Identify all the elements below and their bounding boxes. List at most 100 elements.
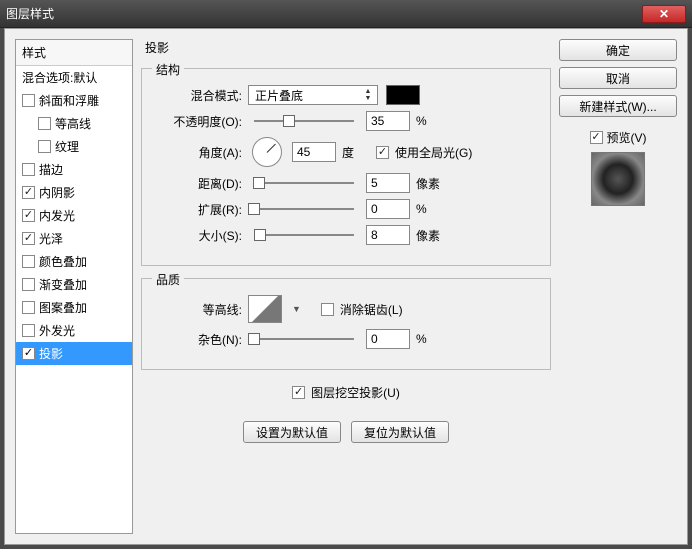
close-button[interactable]: ✕ [642,5,686,23]
client-area: 样式 混合选项:默认 斜面和浮雕 等高线 纹理 描边 内阴 [4,28,688,545]
slider-thumb[interactable] [254,229,266,241]
checkbox[interactable] [38,117,51,130]
title-bar: 图层样式 ✕ [0,0,692,28]
window-title: 图层样式 [6,5,54,22]
structure-group: 结构 混合模式: 正片叠底 ▲▼ 不透明度(O): % 角度(A) [141,68,551,266]
cancel-button[interactable]: 取消 [559,67,677,89]
antialias-label: 消除锯齿(L) [340,301,403,318]
style-item-texture[interactable]: 纹理 [16,135,132,158]
slider-thumb[interactable] [253,177,265,189]
style-item-bevel[interactable]: 斜面和浮雕 [16,89,132,112]
size-unit: 像素 [416,227,444,244]
global-light-checkbox[interactable] [376,146,389,159]
antialias-checkbox[interactable] [321,303,334,316]
angle-unit: 度 [342,144,370,161]
preview-section: 预览(V) [559,129,677,206]
slider-thumb[interactable] [248,333,260,345]
style-item-pattern-overlay[interactable]: 图案叠加 [16,296,132,319]
distance-unit: 像素 [416,175,444,192]
size-label: 大小(S): [156,227,242,244]
noise-slider[interactable] [254,332,354,346]
checkbox[interactable] [22,209,35,222]
default-buttons-row: 设置为默认值 复位为默认值 [141,421,551,443]
slider-thumb[interactable] [283,115,295,127]
noise-input[interactable] [366,329,410,349]
distance-label: 距离(D): [156,175,242,192]
blend-mode-select[interactable]: 正片叠底 ▲▼ [248,85,378,105]
set-default-button[interactable]: 设置为默认值 [243,421,341,443]
size-input[interactable] [366,225,410,245]
style-item-inner-shadow[interactable]: 内阴影 [16,181,132,204]
spread-label: 扩展(R): [156,201,242,218]
styles-header[interactable]: 样式 [16,40,132,66]
contour-picker[interactable] [248,295,282,323]
quality-label: 品质 [152,271,184,288]
style-label: 图案叠加 [39,299,87,316]
checkbox[interactable] [22,94,35,107]
style-item-outer-glow[interactable]: 外发光 [16,319,132,342]
checkbox[interactable] [22,278,35,291]
angle-input[interactable] [292,142,336,162]
blend-mode-label: 混合模式: [156,87,242,104]
distance-input[interactable] [366,173,410,193]
checkbox[interactable] [22,255,35,268]
style-item-stroke[interactable]: 描边 [16,158,132,181]
blend-options-label: 混合选项:默认 [22,69,97,86]
style-item-satin[interactable]: 光泽 [16,227,132,250]
opacity-input[interactable] [366,111,410,131]
checkbox[interactable] [22,163,35,176]
style-label: 纹理 [55,138,79,155]
reset-default-button[interactable]: 复位为默认值 [351,421,449,443]
settings-panel: 投影 结构 混合模式: 正片叠底 ▲▼ 不透明度(O): % [141,39,551,534]
blend-options-row[interactable]: 混合选项:默认 [16,66,132,89]
style-label: 颜色叠加 [39,253,87,270]
new-style-button[interactable]: 新建样式(W)... [559,95,677,117]
style-label: 描边 [39,161,63,178]
style-item-gradient-overlay[interactable]: 渐变叠加 [16,273,132,296]
checkbox[interactable] [22,186,35,199]
preview-checkbox[interactable] [590,131,603,144]
updown-icon: ▲▼ [361,88,375,102]
styles-list: 样式 混合选项:默认 斜面和浮雕 等高线 纹理 描边 内阴 [15,39,133,534]
checkbox[interactable] [22,324,35,337]
layer-style-dialog: { "window": { "title": "图层样式" }, "styles… [0,0,692,549]
checkbox[interactable] [22,347,35,360]
style-item-contour[interactable]: 等高线 [16,112,132,135]
checkbox[interactable] [22,232,35,245]
noise-label: 杂色(N): [156,331,242,348]
size-slider[interactable] [254,228,354,242]
contour-label: 等高线: [156,301,242,318]
angle-label: 角度(A): [156,144,242,161]
angle-dial[interactable] [252,137,282,167]
contour-row: 等高线: ▼ 消除锯齿(L) [156,295,536,323]
style-item-inner-glow[interactable]: 内发光 [16,204,132,227]
chevron-down-icon[interactable]: ▼ [292,304,301,314]
shadow-color-swatch[interactable] [386,85,420,105]
size-row: 大小(S): 像素 [156,225,536,245]
checkbox[interactable] [22,301,35,314]
global-light-label: 使用全局光(G) [395,144,472,161]
quality-group: 品质 等高线: ▼ 消除锯齿(L) 杂色(N): % [141,278,551,370]
opacity-row: 不透明度(O): % [156,111,536,131]
slider-thumb[interactable] [248,203,260,215]
angle-row: 角度(A): 度 使用全局光(G) [156,137,536,167]
spread-slider[interactable] [254,202,354,216]
style-item-color-overlay[interactable]: 颜色叠加 [16,250,132,273]
style-item-drop-shadow[interactable]: 投影 [16,342,132,365]
knockout-label: 图层挖空投影(U) [311,384,400,401]
knockout-checkbox[interactable] [292,386,305,399]
distance-row: 距离(D): 像素 [156,173,536,193]
opacity-slider[interactable] [254,114,354,128]
style-label: 光泽 [39,230,63,247]
opacity-label: 不透明度(O): [156,113,242,130]
style-label: 斜面和浮雕 [39,92,99,109]
checkbox[interactable] [38,140,51,153]
close-icon: ✕ [659,7,669,21]
distance-slider[interactable] [254,176,354,190]
style-label: 内阴影 [39,184,75,201]
style-label: 等高线 [55,115,91,132]
structure-label: 结构 [152,61,184,78]
spread-input[interactable] [366,199,410,219]
spread-row: 扩展(R): % [156,199,536,219]
ok-button[interactable]: 确定 [559,39,677,61]
